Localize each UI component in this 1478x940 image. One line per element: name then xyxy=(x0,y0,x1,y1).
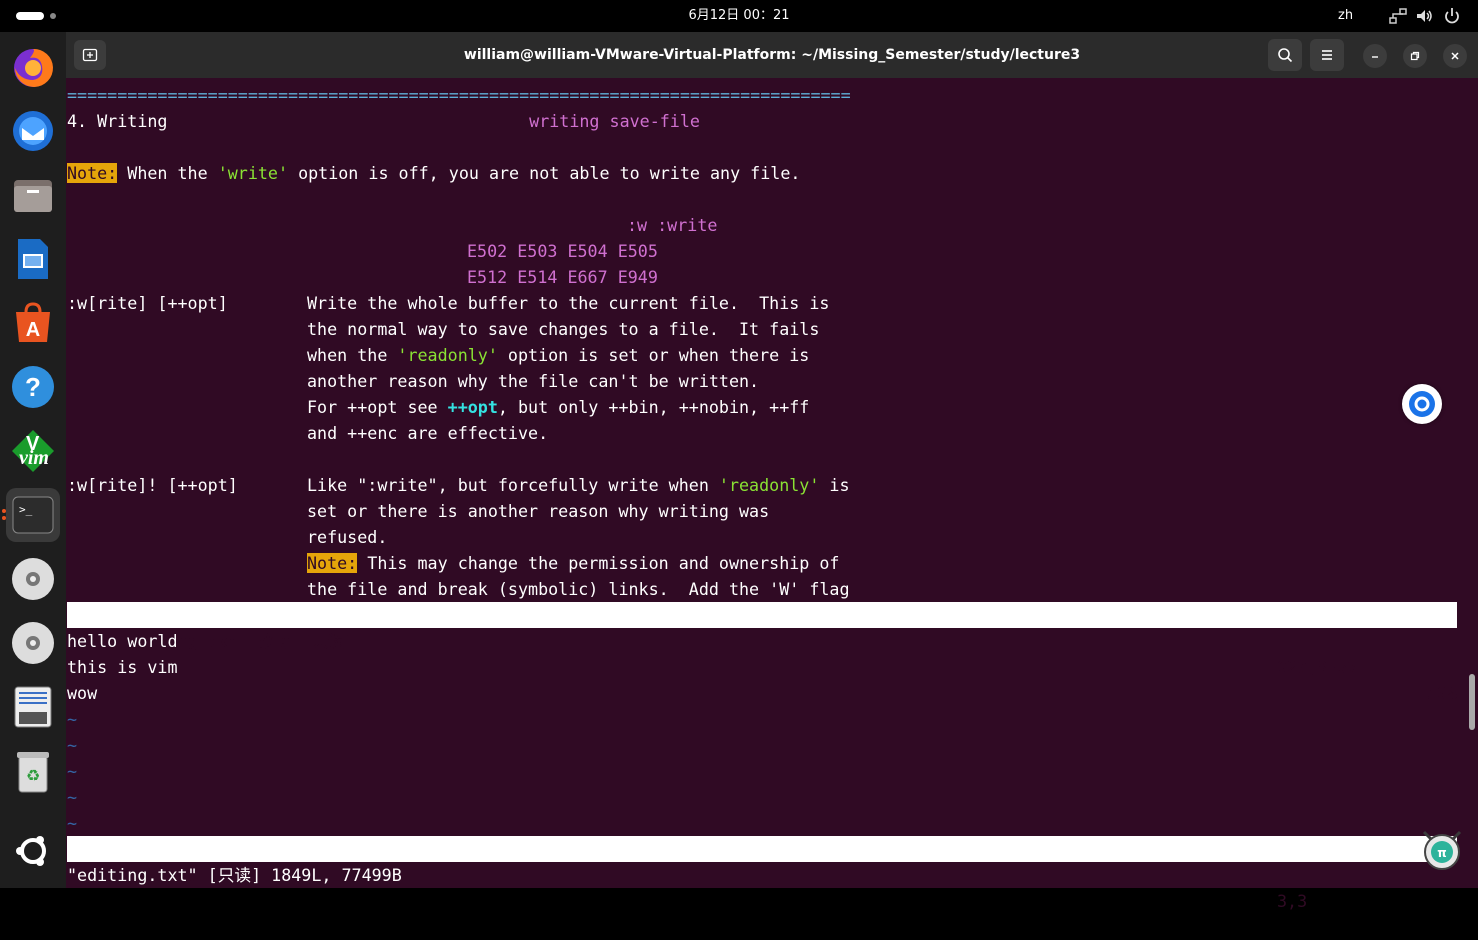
status-line-buffer: test.md 3,3 xyxy=(67,836,1457,911)
help-tag-write: :w :write xyxy=(627,215,718,235)
note-label: Note: xyxy=(67,163,118,183)
disc-icon[interactable] xyxy=(6,552,60,606)
running-indicator xyxy=(2,509,6,513)
input-method-indicator[interactable]: zh xyxy=(1338,0,1353,32)
minimize-button[interactable] xyxy=(1363,44,1387,68)
svg-text:A: A xyxy=(26,319,40,341)
command-write-force: :w[rite]! [++opt] xyxy=(67,475,238,495)
terminal-window: william@william-VMware-Virtual-Platform:… xyxy=(66,32,1478,911)
note-label: Note: xyxy=(307,553,358,573)
status-position: 3,3 xyxy=(1277,891,1308,911)
buffer-line: wow xyxy=(67,683,98,703)
empty-line-marker: ~ xyxy=(67,761,78,781)
command-write: :w[rite] [++opt] xyxy=(67,293,228,313)
help-tags-errors: E502 E503 E504 E505 xyxy=(467,241,658,261)
note-line: Note: When the 'write' option is off, yo… xyxy=(67,163,801,183)
new-tab-button[interactable] xyxy=(74,40,106,70)
search-button[interactable] xyxy=(1268,39,1302,71)
close-button[interactable] xyxy=(1443,44,1467,68)
help-text: when the 'readonly' option is set or whe… xyxy=(307,345,810,365)
minimize-icon xyxy=(1372,56,1378,58)
firefox-icon[interactable] xyxy=(6,40,60,94)
workspace-dot[interactable] xyxy=(50,13,56,19)
help-text: Like ":write", but forcefully write when… xyxy=(307,475,850,495)
help-text: another reason why the file can't be wri… xyxy=(307,371,760,391)
search-icon xyxy=(1278,48,1293,63)
restore-icon xyxy=(1410,51,1420,61)
floating-assistant-button[interactable] xyxy=(1402,384,1442,424)
help-text: the normal way to save changes to a file… xyxy=(307,319,820,339)
help-text: Write the whole buffer to the current fi… xyxy=(307,293,830,313)
restore-button[interactable] xyxy=(1403,44,1427,68)
help-text: set or there is another reason why writi… xyxy=(307,501,770,521)
app-center-icon[interactable]: A xyxy=(6,296,60,350)
command-line: "editing.txt" [只读] 1849L, 77499B xyxy=(67,865,402,885)
status-position: 927,8-57 xyxy=(1277,657,1358,677)
empty-line-marker: ~ xyxy=(67,735,78,755)
help-text: the file and break (symbolic) links. Add… xyxy=(307,579,850,599)
help-text: refused. xyxy=(307,527,388,547)
activities-indicator[interactable] xyxy=(16,12,44,20)
trash-icon[interactable]: ♻ xyxy=(6,744,60,798)
empty-line-marker: ~ xyxy=(67,709,78,729)
help-link: ++opt xyxy=(447,397,498,417)
menu-button[interactable] xyxy=(1310,39,1344,71)
header-bar: william@william-VMware-Virtual-Platform:… xyxy=(66,32,1478,78)
buffer-line: hello world xyxy=(67,631,178,651)
assistant-icon xyxy=(1409,391,1435,417)
svg-text:♻: ♻ xyxy=(26,766,40,785)
svg-text:π: π xyxy=(1437,846,1447,860)
hamburger-icon xyxy=(1322,50,1332,60)
files-icon[interactable] xyxy=(6,168,60,222)
help-text: and ++enc are effective. xyxy=(307,423,549,443)
window-title: william@william-VMware-Virtual-Platform:… xyxy=(463,47,1081,63)
section-tag: writing save-file xyxy=(529,111,700,131)
thunderbird-icon[interactable] xyxy=(6,104,60,158)
help-tags-errors: E512 E514 E667 E949 xyxy=(467,267,658,287)
mascot-icon[interactable]: π xyxy=(1418,826,1466,870)
vim-icon[interactable]: vim V xyxy=(6,424,60,478)
writer-icon[interactable] xyxy=(6,232,60,286)
running-indicator xyxy=(2,516,6,520)
empty-line-marker: ~ xyxy=(67,813,78,833)
buffer-line: this is vim xyxy=(67,657,178,677)
network-icon[interactable] xyxy=(1388,6,1408,26)
status-percent: 50% xyxy=(1426,683,1457,703)
volume-icon[interactable] xyxy=(1414,6,1434,26)
clock[interactable]: 6月12日 00：21 xyxy=(688,8,789,23)
svg-text:>_: >_ xyxy=(19,503,33,516)
empty-line-marker: ~ xyxy=(67,787,78,807)
terminal-icon[interactable]: >_ xyxy=(6,488,60,542)
section-heading: 4. Writing writing save-file xyxy=(67,111,700,131)
ubuntu-logo-icon[interactable] xyxy=(6,824,60,878)
help-icon[interactable]: ? xyxy=(6,360,60,414)
new-tab-icon xyxy=(82,48,98,62)
svg-text:?: ? xyxy=(25,372,41,402)
power-icon[interactable] xyxy=(1442,6,1462,26)
svg-text:V: V xyxy=(26,433,40,455)
document-viewer-icon[interactable] xyxy=(6,680,60,734)
top-bar: 6月12日 00：21 zh xyxy=(0,0,1478,32)
disc-icon[interactable] xyxy=(6,616,60,670)
status-line-help: editing.txt [帮助][只读] 927,8-57 50% xyxy=(67,602,1457,703)
note-line: Note: This may change the permission and… xyxy=(307,553,840,573)
help-separator: ========================================… xyxy=(67,85,851,105)
close-icon xyxy=(1451,52,1459,60)
scrollbar[interactable] xyxy=(1469,674,1475,730)
help-text: For ++opt see ++opt, but only ++bin, ++n… xyxy=(307,397,810,417)
dock: A ? vim V >_ ♻ xyxy=(0,32,66,888)
